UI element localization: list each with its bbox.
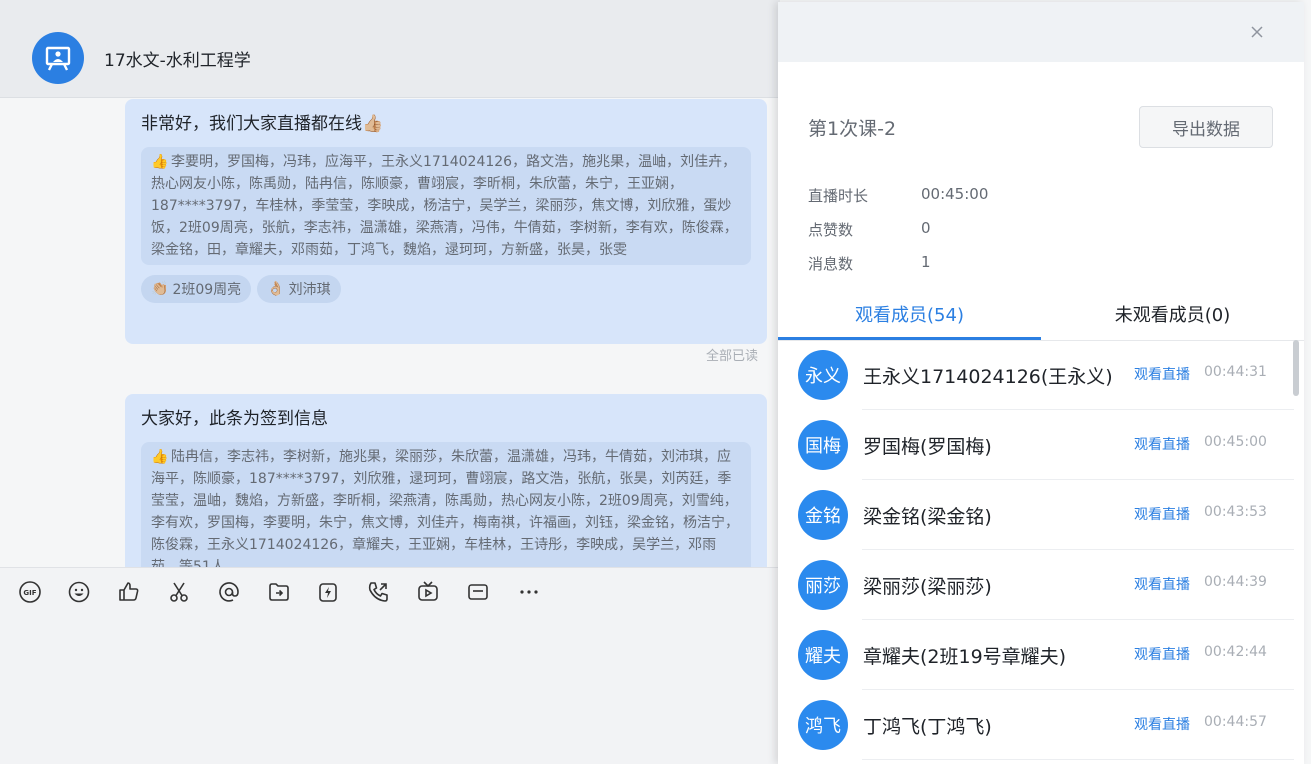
at-icon[interactable]	[217, 580, 241, 604]
member-name: 丁鸿飞(丁鸿飞)	[863, 716, 992, 738]
reaction-label: 2班09周亮	[172, 282, 242, 298]
group-avatar[interactable]	[32, 32, 84, 84]
live-icon[interactable]	[416, 580, 440, 604]
thumb-up-icon: 👍	[151, 154, 169, 170]
thumb-up-icon: 👍	[151, 449, 169, 465]
reaction-label: 刘沛琪	[288, 282, 331, 298]
tab-unwatched-members[interactable]: 未观看成员(0)	[1041, 287, 1304, 341]
watch-duration: 00:43:53	[1204, 504, 1267, 520]
close-button[interactable]	[1247, 22, 1267, 42]
member-row[interactable]: 国梅 罗国梅(罗国梅) 观看直播 00:45:00	[778, 410, 1294, 480]
member-list-scrollbar[interactable]	[1293, 340, 1299, 396]
panel-header	[778, 2, 1304, 62]
mail-icon[interactable]	[466, 580, 490, 604]
member-row[interactable]: 金铭 梁金铭(梁金铭) 观看直播 00:43:53	[778, 480, 1294, 550]
message-input[interactable]	[0, 615, 780, 764]
stat-label-messages: 消息数	[808, 255, 854, 273]
reaction-chip[interactable]: 👏🏼 2班09周亮	[141, 275, 252, 303]
avatar: 丽莎	[798, 560, 848, 610]
watch-duration: 00:44:39	[1204, 574, 1267, 590]
course-title: 第1次课-2	[808, 118, 897, 140]
avatar: 鸿飞	[798, 700, 848, 750]
watch-duration: 00:42:44	[1204, 644, 1267, 660]
reaction-chip[interactable]: 👌🏼 刘沛琪	[257, 275, 341, 303]
divider	[862, 759, 1294, 760]
names-text: 陆冉信，李志祎，李树新，施兆果，梁丽莎，朱欣蕾，温潇雄，冯玮，牛倩茹，刘沛琪，应…	[151, 449, 739, 567]
watch-live-link[interactable]: 观看直播	[1134, 434, 1190, 454]
close-icon	[1251, 26, 1263, 38]
message-list[interactable]: 非常好，我们大家直播都在线👍🏼 👍 李要明，罗国梅，冯玮，应海平，王永义17140…	[0, 99, 780, 567]
tab-watched-members[interactable]: 观看成员(54)	[778, 287, 1041, 341]
member-name: 罗国梅(罗国梅)	[863, 436, 992, 458]
message-title: 非常好，我们大家直播都在线👍🏼	[141, 114, 384, 134]
stat-value-duration: 00:45:00	[921, 185, 989, 203]
read-status[interactable]: 全部已读	[706, 345, 758, 364]
member-name: 王永义1714024126(王永义)	[863, 366, 1113, 388]
composer-toolbar: GIF	[0, 567, 780, 615]
flash-icon[interactable]	[316, 580, 340, 604]
avatar: 耀夫	[798, 630, 848, 680]
watch-duration: 00:44:57	[1204, 714, 1267, 730]
stat-label-likes: 点赞数	[808, 221, 854, 239]
watch-live-link[interactable]: 观看直播	[1134, 714, 1190, 734]
mentioned-names: 👍 李要明，罗国梅，冯玮，应海平，王永义1714024126，路文浩，施兆果，温岫…	[141, 147, 751, 265]
member-tabs: 观看成员(54) 未观看成员(0)	[778, 287, 1304, 341]
svg-text:GIF: GIF	[23, 589, 36, 597]
names-text: 李要明，罗国梅，冯玮，应海平，王永义1714024126，路文浩，施兆果，温岫，…	[151, 154, 738, 258]
watch-live-link[interactable]: 观看直播	[1134, 504, 1190, 524]
scissors-icon[interactable]	[167, 580, 191, 604]
member-row[interactable]: 鸿飞 丁鸿飞(丁鸿飞) 观看直播 00:44:57	[778, 690, 1294, 760]
member-row[interactable]: 耀夫 章耀夫(2班19号章耀夫) 观看直播 00:42:44	[778, 620, 1294, 690]
stat-label-duration: 直播时长	[808, 187, 869, 205]
emoji-icon[interactable]	[67, 580, 91, 604]
classroom-icon	[45, 46, 71, 71]
message-title: 大家好，此条为签到信息	[141, 409, 328, 429]
export-data-button[interactable]: 导出数据	[1139, 106, 1273, 148]
ok-hand-icon: 👌🏼	[267, 281, 285, 297]
avatar: 金铭	[798, 490, 848, 540]
watch-duration: 00:45:00	[1204, 434, 1267, 450]
mentioned-names: 👍 陆冉信，李志祎，李树新，施兆果，梁丽莎，朱欣蕾，温潇雄，冯玮，牛倩茹，刘沛琪，…	[141, 442, 751, 567]
chat-header: 17水文-水利工程学	[0, 0, 780, 98]
share-file-icon[interactable]	[267, 580, 291, 604]
watch-live-link[interactable]: 观看直播	[1134, 644, 1190, 664]
gif-icon[interactable]: GIF	[18, 580, 42, 604]
member-name: 梁金铭(梁金铭)	[863, 506, 992, 528]
member-name: 梁丽莎(梁丽莎)	[863, 576, 992, 598]
stat-value-likes: 0	[921, 219, 931, 237]
message-bubble[interactable]: 大家好，此条为签到信息 👍 陆冉信，李志祎，李树新，施兆果，梁丽莎，朱欣蕾，温潇雄…	[125, 394, 767, 567]
avatar: 国梅	[798, 420, 848, 470]
thumb-up-icon[interactable]	[117, 580, 141, 604]
member-row[interactable]: 永义 王永义1714024126(王永义) 观看直播 00:44:31	[778, 340, 1294, 410]
call-icon[interactable]	[366, 580, 390, 604]
watch-duration: 00:44:31	[1204, 364, 1267, 380]
group-title: 17水文-水利工程学	[104, 51, 251, 71]
avatar: 永义	[798, 350, 848, 400]
member-row[interactable]: 丽莎 梁丽莎(梁丽莎) 观看直播 00:44:39	[778, 550, 1294, 620]
member-list[interactable]: 永义 王永义1714024126(王永义) 观看直播 00:44:31 国梅 罗…	[778, 340, 1304, 764]
watch-live-link[interactable]: 观看直播	[1134, 364, 1190, 384]
member-name: 章耀夫(2班19号章耀夫)	[863, 646, 1067, 668]
stat-value-messages: 1	[921, 253, 931, 271]
clap-icon: 👏🏼	[151, 281, 169, 297]
live-stats-panel: 第1次课-2 导出数据 直播时长 00:45:00 点赞数 0 消息数 1 观看…	[778, 2, 1304, 764]
watch-live-link[interactable]: 观看直播	[1134, 574, 1190, 594]
reactions: 👏🏼 2班09周亮 👌🏼 刘沛琪	[141, 275, 751, 303]
more-icon[interactable]	[517, 580, 541, 604]
message-bubble[interactable]: 非常好，我们大家直播都在线👍🏼 👍 李要明，罗国梅，冯玮，应海平，王永义17140…	[125, 99, 767, 344]
